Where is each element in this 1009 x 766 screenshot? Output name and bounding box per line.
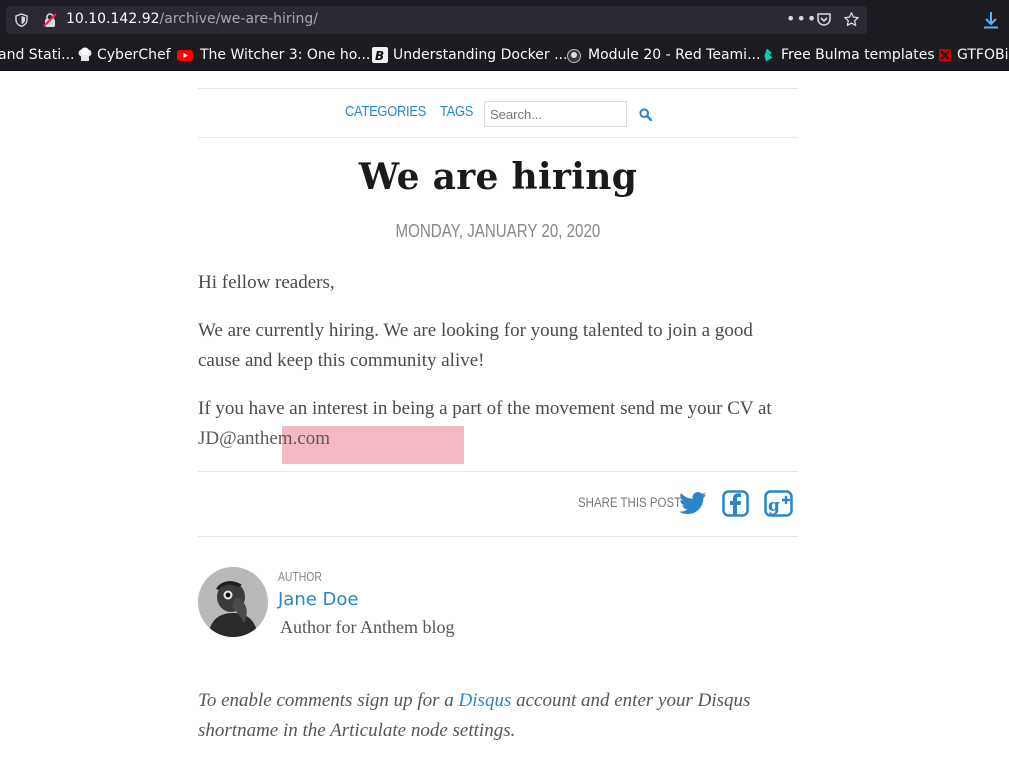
bookmark-b-icon: B bbox=[372, 47, 388, 63]
comments-notice: To enable comments sign up for a Disqus … bbox=[198, 686, 798, 746]
chef-hat-icon bbox=[78, 47, 92, 61]
post-paragraph: If you have an interest in being a part … bbox=[198, 394, 788, 454]
nav-tags-link[interactable]: TAGS bbox=[440, 103, 473, 120]
share-divider-bottom bbox=[198, 536, 798, 537]
post-title: We are hiring bbox=[358, 156, 638, 198]
top-divider bbox=[198, 88, 798, 89]
bookmark-label: GTFOBi bbox=[957, 47, 1009, 63]
google-plus-icon[interactable]: g bbox=[764, 490, 793, 517]
bookmark-item[interactable]: and Stati... bbox=[0, 47, 74, 63]
url-host: 10.10.142.92 bbox=[66, 11, 160, 27]
nav-categories-link[interactable]: CATEGORIES bbox=[345, 103, 426, 120]
search-icon[interactable] bbox=[639, 108, 652, 121]
download-icon[interactable] bbox=[982, 11, 1000, 29]
page-actions-icon[interactable]: ••• bbox=[786, 9, 817, 28]
pocket-icon[interactable] bbox=[816, 12, 832, 28]
bookmark-label: Module 20 - Red Teami... bbox=[588, 47, 761, 63]
browser-toolbar: 10.10.142.92/archive/we-are-hiring/ ••• bbox=[0, 0, 1009, 40]
search-input[interactable] bbox=[484, 101, 627, 127]
post-date: MONDAY, JANUARY 20, 2020 bbox=[198, 221, 798, 242]
bookmark-label: The Witcher 3: One ho... bbox=[200, 47, 371, 63]
disqus-link[interactable]: Disqus bbox=[459, 690, 512, 711]
insecure-lock-icon[interactable] bbox=[42, 12, 58, 28]
youtube-icon bbox=[177, 50, 193, 61]
svg-text:g: g bbox=[768, 496, 780, 516]
plague-doctor-avatar-image bbox=[198, 567, 268, 637]
comments-prefix: To enable comments sign up for a bbox=[198, 690, 459, 711]
bookmark-star-icon[interactable] bbox=[843, 11, 860, 28]
author-name-link[interactable]: Jane Doe bbox=[278, 589, 359, 610]
post-paragraph-text: If you have an interest in being a part … bbox=[198, 398, 772, 419]
post-greeting: Hi fellow readers, bbox=[198, 272, 335, 293]
bookmark-item[interactable]: Module 20 - Red Teami... bbox=[566, 47, 760, 63]
bookmark-label: and Stati... bbox=[0, 47, 75, 63]
bookmark-item[interactable]: GTFOBi bbox=[937, 47, 1008, 63]
gtfobins-icon bbox=[937, 47, 953, 63]
bookmark-item[interactable]: B Understanding Docker ... bbox=[372, 47, 567, 63]
bulma-icon bbox=[764, 48, 773, 62]
bookmark-label: CyberChef bbox=[97, 47, 171, 63]
author-bio: Author for Anthem blog bbox=[280, 617, 455, 637]
bookmarks-toolbar: and Stati... CyberChef The Witcher 3: On… bbox=[0, 40, 1009, 71]
url-path: /archive/we-are-hiring/ bbox=[159, 11, 319, 27]
bookmark-label: Free Bulma templates bbox=[781, 47, 935, 63]
address-bar[interactable]: 10.10.142.92/archive/we-are-hiring/ ••• bbox=[6, 6, 867, 34]
author-label: AUTHOR bbox=[278, 569, 322, 584]
share-divider-top bbox=[198, 471, 798, 472]
twitter-icon[interactable] bbox=[679, 492, 707, 515]
url-text[interactable]: 10.10.142.92/archive/we-are-hiring/ bbox=[66, 11, 318, 27]
svg-text:B: B bbox=[375, 49, 384, 63]
bookmark-item[interactable]: Free Bulma templates bbox=[762, 47, 935, 63]
shield-icon[interactable] bbox=[15, 13, 28, 27]
bookmark-item[interactable]: CyberChef bbox=[77, 47, 171, 63]
post-date-text: MONDAY, JANUARY 20, 2020 bbox=[395, 221, 601, 241]
author-avatar bbox=[198, 567, 268, 637]
share-label: SHARE THIS POST bbox=[578, 494, 682, 510]
bookmark-label: Understanding Docker ... bbox=[393, 47, 568, 63]
post-paragraph: We are currently hiring. We are looking … bbox=[198, 320, 753, 371]
email-address: JD@anthem.com bbox=[198, 428, 330, 449]
bookmark-item[interactable]: The Witcher 3: One ho... bbox=[177, 47, 370, 63]
nav-divider bbox=[198, 137, 798, 138]
hacker-badge-icon bbox=[567, 49, 581, 63]
facebook-icon[interactable] bbox=[722, 490, 749, 517]
